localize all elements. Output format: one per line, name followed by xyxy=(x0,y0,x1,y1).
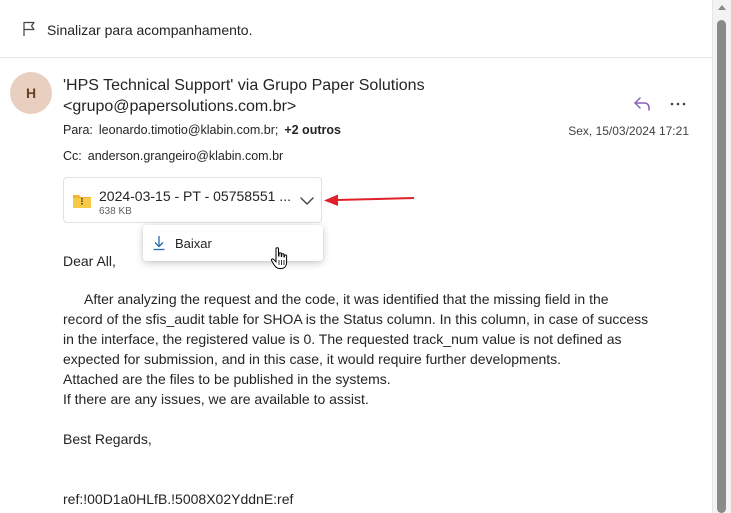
cc-label: Cc: xyxy=(63,149,82,163)
chevron-down-icon[interactable] xyxy=(299,194,315,208)
to-label: Para: xyxy=(63,123,93,137)
recipients-cc: Cc: anderson.grangeiro@klabin.com.br xyxy=(63,149,283,163)
paragraph-line: in the interface, the registered value i… xyxy=(63,331,622,347)
paragraph-line: Attached are the files to be published i… xyxy=(63,371,391,387)
sender-name[interactable]: 'HPS Technical Support' via Grupo Paper … xyxy=(63,77,425,95)
paragraph-line: If there are any issues, we are availabl… xyxy=(63,391,369,407)
paragraph-line: expected for submission, and in this cas… xyxy=(63,351,562,367)
attachment-menu: Baixar xyxy=(143,225,323,261)
message-paragraph: After analyzing the request and the code… xyxy=(63,289,693,409)
recipients-to: Para: leonardo.timotio@klabin.com.br; +2 o… xyxy=(63,123,341,137)
paragraph-line: record of the sfis_audit table for SHOA … xyxy=(63,311,649,327)
sent-date: Sex, 15/03/2024 17:21 xyxy=(568,124,689,138)
to-address[interactable]: leonardo.timotio@klabin.com.br; xyxy=(99,123,278,137)
cc-address[interactable]: anderson.grangeiro@klabin.com.br xyxy=(88,149,283,163)
paragraph-line: After analyzing the request and the code… xyxy=(84,291,609,307)
hand-cursor-icon xyxy=(270,247,288,269)
download-icon xyxy=(153,236,165,251)
more-recipients-link[interactable]: +2 outros xyxy=(284,123,341,137)
zip-folder-icon xyxy=(73,195,91,208)
attachment-card[interactable]: 2024-03-15 - PT - 05758551 ... 638 KB xyxy=(63,177,322,223)
greeting: Dear All, xyxy=(63,253,116,269)
scrollbar-thumb[interactable] xyxy=(717,20,726,513)
scroll-up-arrow-icon[interactable] xyxy=(718,4,726,10)
download-label: Baixar xyxy=(175,236,212,251)
sign-off: Best Regards, xyxy=(63,431,152,447)
reference-code: ref:!00D1a0HLfB.!5008X02YddnE:ref xyxy=(63,491,294,507)
avatar[interactable]: H xyxy=(10,72,52,114)
reply-icon[interactable] xyxy=(632,95,652,113)
attachment-size: 638 KB xyxy=(99,206,132,217)
sender-email[interactable]: <grupo@papersolutions.com.br> xyxy=(63,98,296,116)
flag-label: Sinalizar para acompanhamento. xyxy=(47,22,253,38)
vertical-scrollbar[interactable] xyxy=(712,0,731,513)
flag-icon xyxy=(23,21,35,36)
more-options-icon[interactable] xyxy=(668,95,688,113)
annotation-arrow-icon xyxy=(324,194,415,206)
attachment-name: 2024-03-15 - PT - 05758551 ... xyxy=(99,188,291,204)
follow-up-flag-bar[interactable]: Sinalizar para acompanhamento. xyxy=(0,0,712,58)
